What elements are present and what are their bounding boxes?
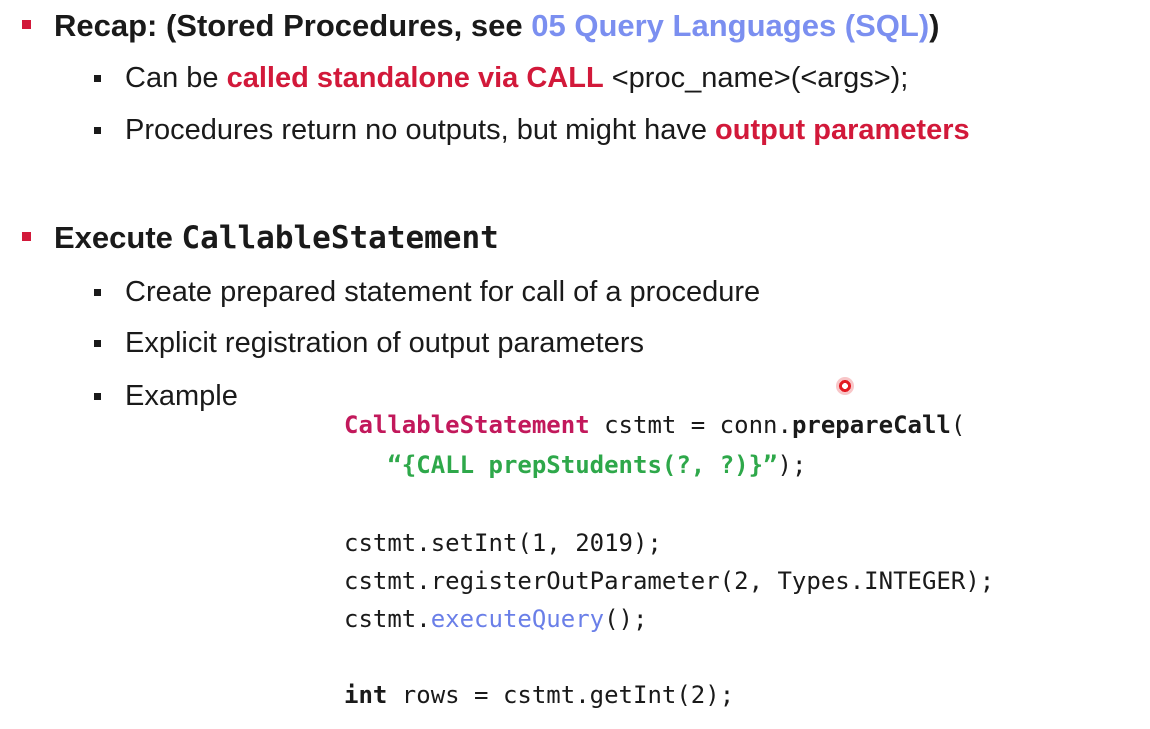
laser-pointer-icon [836,377,854,395]
red-square-bullet-icon [22,20,31,29]
bullet-text: Example [125,380,238,412]
code-method: prepareCall [791,411,951,439]
bullet-text: Procedures return no outputs, but might … [125,114,716,146]
code-text: cstmt. [344,605,431,633]
code-keyword: int [344,681,388,709]
bullet-text: Create prepared statement for call of a … [125,276,761,308]
recap-heading-prefix: Recap: (Stored Procedures, see [54,8,532,43]
code-line-2: “{CALL prepStudents(?, ?)}”); [344,446,806,484]
square-bullet-icon [94,289,101,296]
red-square-bullet-icon [22,232,31,241]
code-text: rows = cstmt.getInt(2); [387,681,735,709]
query-languages-link[interactable]: 05 Query Languages (SQL) [531,8,929,43]
code-line-5: cstmt.executeQuery(); [344,600,647,638]
bullet-text: <proc_name>(<args>); [603,62,909,94]
square-bullet-icon [94,75,101,82]
code-line-3: cstmt.setInt(1, 2019); [344,529,662,557]
code-text: ); [777,451,807,479]
code-string: “{CALL prepStudents(?, ?)}” [387,451,778,479]
bullet-text: Can be [125,62,227,94]
code-text: ( [950,411,966,439]
code-method: executeQuery [430,605,605,633]
bullet-text: Explicit registration of output paramete… [125,327,645,359]
recap-heading-suffix: ) [929,8,940,43]
code-text: (); [604,605,648,633]
code-type: CallableStatement [344,411,590,439]
bullet-emphasis: output parameters [715,114,970,146]
code-text: cstmt = conn. [589,411,792,439]
bullet-emphasis: called standalone via CALL [226,62,604,94]
code-line-6: int rows = cstmt.getInt(2); [344,676,734,714]
code-line-4: cstmt.registerOutParameter(2, Types.INTE… [344,567,995,595]
code-line-1: CallableStatement cstmt = conn.prepareCa… [344,406,965,444]
execute-heading-prefix: Execute [54,220,182,255]
square-bullet-icon [94,340,101,347]
square-bullet-icon [94,127,101,134]
execute-heading-code: CallableStatement [181,220,499,256]
square-bullet-icon [94,393,101,400]
